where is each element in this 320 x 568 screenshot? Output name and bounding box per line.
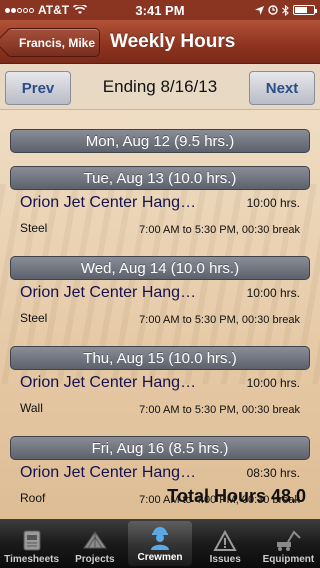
page-title: Weekly Hours [110, 31, 236, 52]
tab-issues[interactable]: Issues [194, 519, 257, 568]
entry-hours: 08:30 hrs. [246, 466, 300, 480]
tab-label: Projects [75, 554, 115, 565]
tab-timesheets[interactable]: Timesheets [0, 519, 63, 568]
week-selector: Prev Ending 8/16/13 Next [0, 64, 320, 110]
battery-icon [293, 5, 317, 15]
entry-hours: 10:00 hrs. [246, 286, 300, 300]
back-button-label: Francis, Mike [18, 35, 96, 50]
entry-project: Orion Jet Center Hang… [20, 284, 197, 301]
entry-task: Wall [20, 401, 43, 415]
entry-task: Steel [20, 221, 48, 235]
day-header-wed[interactable]: Wed, Aug 14 (10.0 hrs.) [10, 256, 310, 280]
equipment-icon [277, 530, 302, 551]
status-time: 3:41 PM [135, 2, 185, 18]
day-header-mon[interactable]: Mon, Aug 12 (9.5 hrs.) [10, 129, 310, 153]
timesheets-icon [23, 530, 41, 551]
crewmen-icon [151, 527, 169, 550]
entry-hours: 10:00 hrs. [246, 196, 300, 210]
entry-project: Orion Jet Center Hang… [20, 464, 197, 481]
entry-hours: 10:00 hrs. [246, 376, 300, 390]
entry-times: 7:00 AM to 5:30 PM, 00:30 break [139, 404, 300, 416]
tab-label: Timesheets [4, 554, 60, 565]
time-entry[interactable]: Orion Jet Center Hang… 10:00 hrs. Steel … [0, 194, 320, 250]
tab-bar: Timesheets Projects Crewmen Issues Equip… [0, 519, 320, 568]
tab-crewmen[interactable]: Crewmen [128, 521, 192, 566]
day-header-thu[interactable]: Thu, Aug 15 (10.0 hrs.) [10, 346, 310, 370]
entry-project: Orion Jet Center Hang… [20, 194, 197, 211]
total-hours: Total Hours 48.0 [167, 486, 306, 506]
navigation-bar: Francis, Mike Weekly Hours [0, 20, 320, 64]
entry-project: Orion Jet Center Hang… [20, 374, 197, 391]
time-entry[interactable]: Orion Jet Center Hang… 10:00 hrs. Steel … [0, 284, 320, 340]
entry-times: 7:00 AM to 5:30 PM, 00:30 break [139, 224, 300, 236]
day-header-fri[interactable]: Fri, Aug 16 (8.5 hrs.) [10, 436, 310, 460]
tab-label: Equipment [262, 554, 315, 565]
week-ending-label: Ending 8/16/13 [102, 77, 218, 96]
weekly-hours-content: Prev Ending 8/16/13 Next Mon, Aug 12 (9.… [0, 64, 320, 519]
issues-icon [213, 530, 237, 551]
status-bar: AT&T 3:41 PM [0, 0, 320, 20]
time-entry[interactable]: Orion Jet Center Hang… 10:00 hrs. Wall 7… [0, 374, 320, 430]
day-header-tue[interactable]: Tue, Aug 13 (10.0 hrs.) [10, 166, 310, 190]
tab-projects[interactable]: Projects [63, 519, 126, 568]
tab-label: Issues [209, 554, 241, 565]
entry-task: Roof [20, 491, 46, 505]
entry-task: Steel [20, 311, 48, 325]
prev-week-button[interactable]: Prev [5, 71, 71, 105]
tab-equipment[interactable]: Equipment [257, 519, 320, 568]
entry-times: 7:00 AM to 5:30 PM, 00:30 break [139, 314, 300, 326]
tab-label: Crewmen [137, 552, 183, 563]
next-week-button[interactable]: Next [249, 71, 315, 105]
back-button[interactable]: Francis, Mike [6, 28, 100, 57]
projects-icon [82, 531, 107, 549]
